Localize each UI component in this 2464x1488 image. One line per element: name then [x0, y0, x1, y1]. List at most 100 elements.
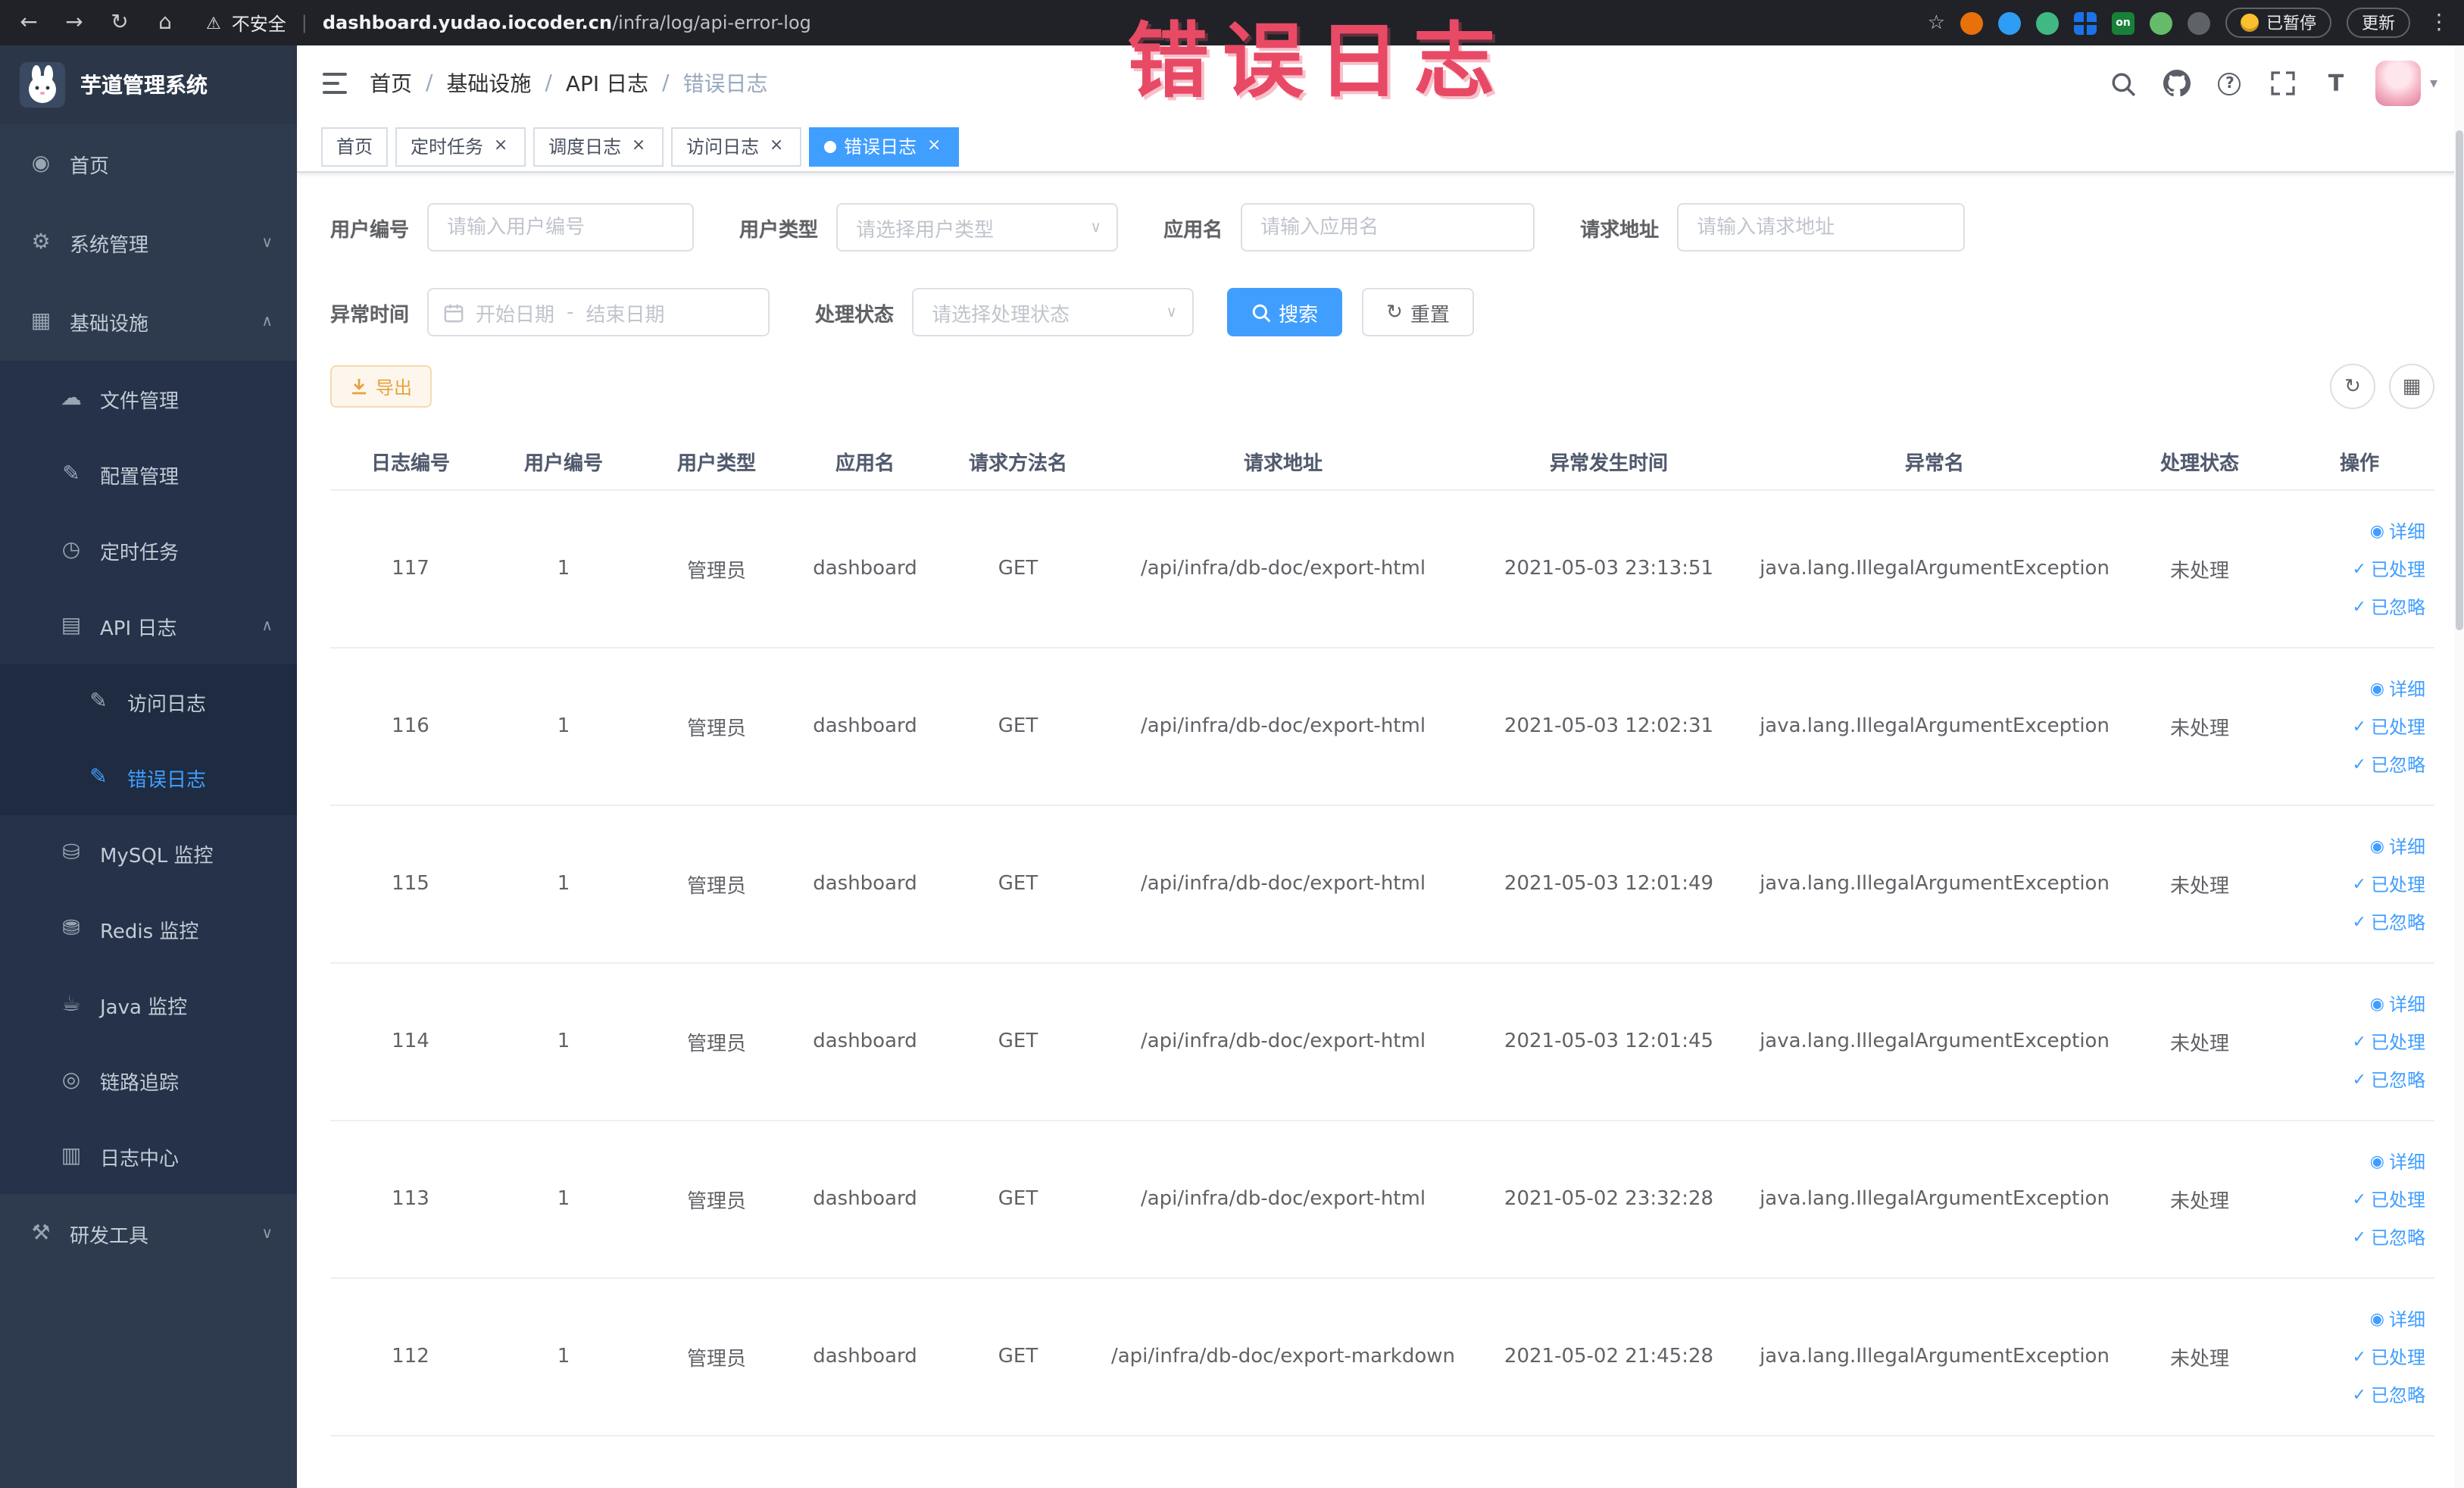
close-icon[interactable]: ×: [491, 136, 511, 156]
sidebar-item-api-log[interactable]: ▤ API 日志 ∧: [0, 588, 297, 664]
breadcrumb-infra[interactable]: 基础设施: [446, 68, 531, 98]
reload-icon[interactable]: ↻: [106, 11, 133, 35]
exception-time-range[interactable]: 开始日期 - 结束日期: [427, 288, 770, 336]
extension-icon[interactable]: [2150, 11, 2172, 34]
emoji-face-icon: [2241, 14, 2259, 32]
processed-link[interactable]: ✓ 已处理: [2353, 871, 2425, 897]
ignore-link[interactable]: ✓ 已忽略: [2353, 909, 2425, 935]
processed-link[interactable]: ✓ 已处理: [2353, 1344, 2425, 1370]
user-id-input[interactable]: [427, 203, 695, 252]
ignore-link[interactable]: ✓ 已忽略: [2353, 752, 2425, 777]
column-settings-button[interactable]: ▦: [2389, 364, 2434, 409]
infra-icon: ▦: [30, 309, 52, 333]
close-icon[interactable]: ×: [767, 136, 786, 156]
address-bar[interactable]: ⚠ 不安全 | dashboard.yudao.iocoder.cn/infra…: [206, 10, 1910, 36]
cell-url: /api/infra/db-doc/export-html: [1140, 1188, 1426, 1211]
sidebar-item-infra[interactable]: ▦ 基础设施 ∧: [0, 282, 297, 361]
detail-link[interactable]: ◉ 详细: [2370, 1306, 2425, 1332]
col-url: 请求地址: [1243, 453, 1323, 476]
scrollbar[interactable]: [2454, 45, 2464, 1488]
sidebar-item-home[interactable]: ◉ 首页: [0, 124, 297, 203]
breadcrumb-api-log[interactable]: API 日志: [566, 68, 648, 98]
cell-url: /api/infra/db-doc/export-html: [1140, 1030, 1426, 1053]
eye-icon: ◉: [2369, 836, 2384, 856]
sidebar-item-error-log[interactable]: ✎ 错误日志: [0, 739, 297, 815]
sidebar-item-system[interactable]: ⚙ 系统管理 ∨: [0, 203, 297, 282]
sidebar-item-log-center[interactable]: ▥ 日志中心: [0, 1118, 297, 1194]
cell-time: 2021-05-03 12:02:31: [1504, 715, 1714, 738]
detail-link[interactable]: ◉ 详细: [2370, 991, 2425, 1017]
process-status-select[interactable]: 请选择处理状态 ∨: [912, 288, 1195, 336]
export-button[interactable]: 导出: [330, 365, 433, 408]
extension-icon[interactable]: [2074, 11, 2097, 34]
tab-error-log[interactable]: 错误日志 ×: [809, 127, 960, 166]
detail-link[interactable]: ◉ 详细: [2370, 1149, 2425, 1174]
home-icon[interactable]: ⌂: [151, 11, 179, 35]
breadcrumb-home[interactable]: 首页: [370, 68, 412, 98]
sidebar-item-mysql[interactable]: ⛁ MySQL 监控: [0, 815, 297, 891]
detail-link[interactable]: ◉ 详细: [2370, 833, 2425, 859]
refresh-button[interactable]: ↻: [2330, 364, 2375, 409]
bookmark-star-icon[interactable]: ☆: [1928, 11, 1945, 34]
sidebar-item-java[interactable]: ☕ Java 监控: [0, 967, 297, 1043]
user-menu[interactable]: ▾: [2375, 61, 2437, 106]
cell-log-id: 113: [392, 1188, 429, 1211]
cell-exception: java.lang.IllegalArgumentException: [1760, 1030, 2110, 1053]
back-icon[interactable]: ←: [15, 11, 42, 35]
cell-status: 未处理: [2169, 718, 2229, 741]
tab-home[interactable]: 首页: [321, 127, 389, 166]
help-icon[interactable]: ?: [2216, 70, 2244, 97]
tab-access-log[interactable]: 访问日志 ×: [671, 127, 802, 166]
update-chip[interactable]: 更新: [2347, 8, 2410, 38]
detail-link[interactable]: ◉ 详细: [2370, 676, 2425, 702]
tab-job[interactable]: 定时任务 ×: [395, 127, 526, 166]
detail-link[interactable]: ◉ 详细: [2370, 518, 2425, 544]
cell-user-id: 1: [557, 558, 570, 580]
search-button[interactable]: 搜索: [1227, 288, 1343, 336]
ignore-link[interactable]: ✓ 已忽略: [2353, 1382, 2425, 1408]
col-user-type: 用户类型: [676, 453, 756, 476]
close-icon[interactable]: ×: [924, 136, 944, 156]
forward-icon[interactable]: →: [61, 11, 88, 35]
tab-job-log[interactable]: 调度日志 ×: [533, 127, 664, 166]
hamburger-icon[interactable]: [323, 73, 347, 94]
sidebar-item-redis[interactable]: ⛃ Redis 监控: [0, 891, 297, 967]
app-name-input[interactable]: [1241, 203, 1535, 252]
fullscreen-icon[interactable]: [2269, 70, 2297, 97]
extension-icon[interactable]: [2188, 11, 2210, 34]
scrollbar-thumb[interactable]: [2456, 130, 2463, 630]
search-icon[interactable]: [2110, 70, 2138, 97]
sidebar-item-devtools[interactable]: ⚒ 研发工具 ∨: [0, 1194, 297, 1273]
github-icon[interactable]: [2163, 70, 2191, 97]
ignore-link[interactable]: ✓ 已忽略: [2353, 1067, 2425, 1093]
sidebar-item-trace[interactable]: ◎ 链路追踪: [0, 1043, 297, 1118]
processed-link[interactable]: ✓ 已处理: [2353, 714, 2425, 739]
processed-link[interactable]: ✓ 已处理: [2353, 556, 2425, 582]
col-actions: 操作: [2339, 453, 2379, 476]
ignore-link[interactable]: ✓ 已忽略: [2353, 1224, 2425, 1250]
font-size-icon[interactable]: T: [2322, 70, 2350, 97]
clock-icon: ◷: [61, 538, 81, 562]
sidebar-item-file[interactable]: ☁ 文件管理: [0, 361, 297, 436]
ignore-link[interactable]: ✓ 已忽略: [2353, 594, 2425, 620]
processed-link[interactable]: ✓ 已处理: [2353, 1029, 2425, 1055]
sidebar-item-job[interactable]: ◷ 定时任务: [0, 512, 297, 588]
kebab-menu-icon[interactable]: ⋮: [2428, 11, 2450, 35]
chrome-toolbar: ☆ on 已暂停 更新 ⋮: [1928, 8, 2450, 38]
extension-icon[interactable]: [2036, 11, 2059, 34]
user-type-select[interactable]: 请选择用户类型 ∨: [836, 203, 1119, 252]
request-url-input[interactable]: [1677, 203, 1966, 252]
extension-icon[interactable]: [1960, 11, 1983, 34]
reset-button[interactable]: ↻ 重置: [1362, 288, 1474, 336]
paused-chip[interactable]: 已暂停: [2225, 8, 2331, 38]
table-body: 117 1 管理员 dashboard GET /api/infra/db-do…: [330, 491, 2434, 1436]
extension-on-badge[interactable]: on: [2112, 11, 2135, 34]
chevron-down-icon: ∨: [1166, 304, 1178, 320]
sidebar-item-access-log[interactable]: ✎ 访问日志: [0, 664, 297, 739]
sidebar-item-config[interactable]: ✎ 配置管理: [0, 436, 297, 512]
extension-icon[interactable]: [1998, 11, 2021, 34]
processed-link[interactable]: ✓ 已处理: [2353, 1186, 2425, 1212]
cell-user-type: 管理员: [686, 561, 746, 583]
close-icon[interactable]: ×: [629, 136, 648, 156]
log-icon: ▤: [61, 614, 82, 638]
